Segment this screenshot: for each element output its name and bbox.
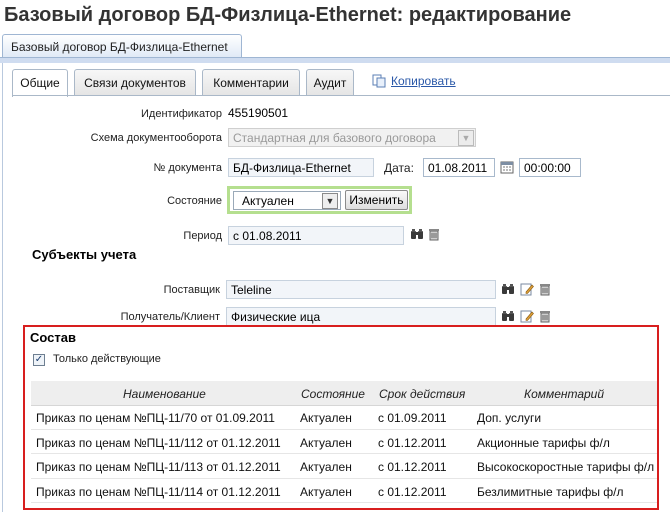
row-comment: Безлимитные тарифы ф/л [477,485,624,499]
row-term: с 01.12.2011 [378,436,447,450]
row-term: с 01.12.2011 [378,485,447,499]
row-state: Актуален [300,485,352,499]
row-comment: Высокоскоростные тарифы ф/л [477,460,655,474]
time-field[interactable]: 00:00:00 [519,158,581,177]
tab-comments[interactable]: Комментарии [202,69,300,95]
chevron-down-icon[interactable]: ▼ [458,130,474,146]
row-comment: Доп. услуги [477,411,542,425]
row-term: с 01.09.2011 [378,411,447,425]
tab-general[interactable]: Общие [12,69,68,97]
binoculars-icon[interactable] [410,227,424,241]
date-label: Дата: [384,161,414,175]
date-value: 01.08.2011 [428,161,488,175]
supplier-label: Поставщик [163,284,220,296]
date-field[interactable]: 01.08.2011 [423,158,495,177]
col-header-comment[interactable]: Комментарий [524,387,604,401]
tab-audit[interactable]: Аудит [306,69,354,95]
row-name: Приказ по ценам №ПЦ-11/112 от 01.12.2011 [36,436,281,450]
tab-underline [12,95,670,96]
copy-link[interactable]: Копировать [391,74,456,88]
col-header-term[interactable]: Срок действия [379,387,465,401]
identifier-value: 455190501 [228,106,289,120]
row-state: Актуален [300,411,352,425]
supplier-value: Teleline [231,283,272,297]
workflow-select-value: Стандартная для базового договора [233,131,436,145]
binoculars-icon[interactable] [501,282,515,296]
row-comment: Акционные тарифы ф/л [477,436,610,450]
col-header-name[interactable]: Наименование [123,387,206,401]
workflow-select[interactable]: Стандартная для базового договора [228,128,476,147]
doc-number-value: БД-Физлица-Ethernet [233,161,351,175]
supplier-field[interactable]: Teleline [226,280,496,299]
copy-icon[interactable] [372,74,386,88]
recipient-value: Физические ица [231,310,321,324]
calendar-icon[interactable] [500,160,514,174]
doc-number-field[interactable]: БД-Физлица-Ethernet [228,158,374,177]
row-state: Актуален [300,460,352,474]
recipient-field[interactable]: Физические ица [226,307,496,326]
document-tab[interactable]: Базовый договор БД-Физлица-Ethernet [2,34,242,58]
row-name: Приказ по ценам №ПЦ-11/113 от 01.12.2011 [36,460,281,474]
tab-document-links[interactable]: Связи документов [74,69,196,95]
subjects-title: Субъекты учета [32,247,137,262]
state-label: Состояние [167,195,222,207]
time-value: 00:00:00 [524,161,571,175]
workflow-label: Схема документооборота [90,132,222,144]
col-header-state[interactable]: Состояние [301,387,365,401]
chevron-down-icon[interactable]: ▼ [322,193,338,209]
period-label: Период [183,230,222,242]
state-select-value: Актуален [242,194,294,208]
binoculars-icon[interactable] [501,309,515,323]
doc-number-label: № документа [153,162,223,174]
edit-icon[interactable] [520,309,534,323]
period-value: с 01.08.2011 [233,229,302,243]
period-field[interactable]: с 01.08.2011 [228,226,404,245]
trash-icon[interactable] [538,309,552,323]
row-term: с 01.12.2011 [378,460,447,474]
row-name: Приказ по ценам №ПЦ-11/114 от 01.12.2011 [36,485,281,499]
row-state: Актуален [300,436,352,450]
recipient-label: Получатель/Клиент [120,311,220,323]
only-active-label: Только действующие [53,353,161,365]
change-state-button[interactable]: Изменить [345,190,408,210]
composition-title: Состав [30,330,76,345]
edit-icon[interactable] [520,282,534,296]
row-name: Приказ по ценам №ПЦ-11/70 от 01.09.2011 [36,411,275,425]
trash-icon[interactable] [538,282,552,296]
identifier-label: Идентификатор [141,108,222,120]
trash-icon[interactable] [427,227,441,241]
only-active-checkbox[interactable]: ✓ [33,354,45,366]
page-title: Базовый договор БД-Физлица-Ethernet: ред… [4,4,572,26]
